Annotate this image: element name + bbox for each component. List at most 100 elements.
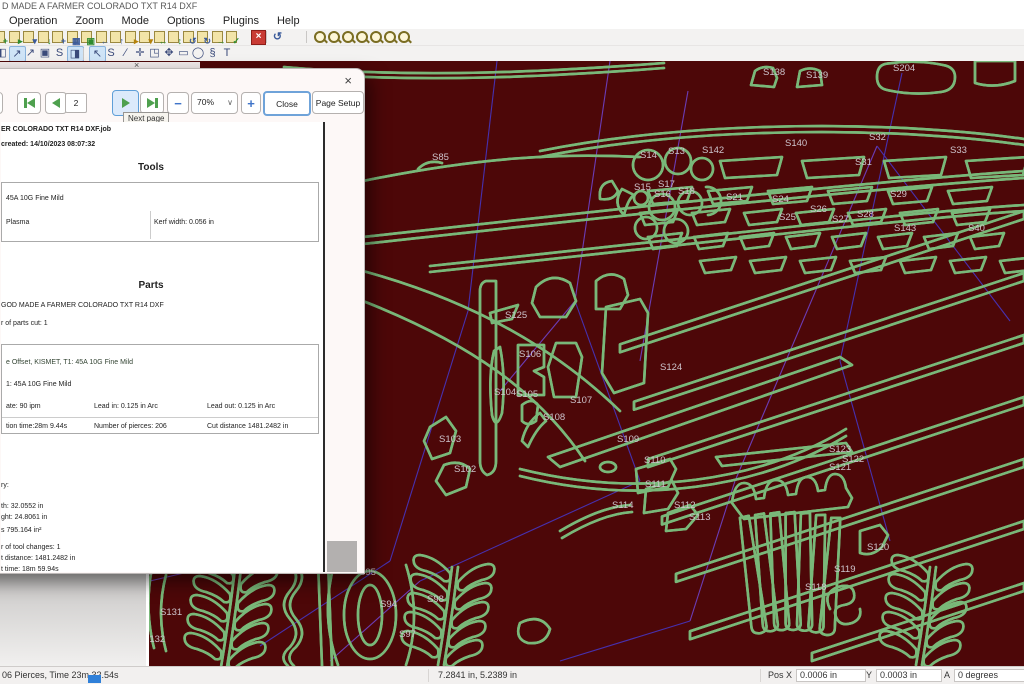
status-bar: 06 Pierces, Time 23m 32.54s 7.2841 in, 5… bbox=[0, 666, 1024, 684]
lasso-mode[interactable]: ◯ bbox=[191, 46, 206, 60]
tool-name: 45A 10G Fine Mild bbox=[6, 195, 64, 202]
open-part[interactable]: ▸ bbox=[7, 30, 22, 44]
nav-prev-page-button[interactable] bbox=[45, 92, 67, 114]
zoom-selection-icon[interactable] bbox=[368, 30, 383, 44]
preview-scrollbar-thumb[interactable] bbox=[327, 541, 357, 572]
print-preview-dialog: × 2 − 70% ∨ + Close Page Setup Next page… bbox=[0, 68, 365, 574]
text-mode[interactable]: T bbox=[220, 46, 235, 60]
ungroup-parts[interactable]: ▾ bbox=[137, 30, 152, 44]
menu-item-plugins[interactable]: Plugins bbox=[214, 15, 268, 27]
tools-heading: Tools bbox=[1, 162, 301, 173]
zoom-all-icon[interactable] bbox=[396, 30, 411, 44]
part-label-S16: S16 bbox=[654, 189, 671, 200]
report-job-title: ER COLORADO TXT R14 DXF.job bbox=[1, 126, 111, 133]
rotate-right[interactable]: ↻ bbox=[195, 30, 210, 44]
zoom-out-icon[interactable] bbox=[326, 30, 341, 44]
tools-box: 45A 10G Fine Mild Plasma Kerf width: 0.0… bbox=[1, 182, 319, 242]
next-page-icon bbox=[122, 98, 130, 108]
pan-view-mode[interactable]: ✥ bbox=[162, 46, 177, 60]
zoom-in-button[interactable]: + bbox=[241, 92, 261, 114]
kerf-width: Kerf width: 0.056 in bbox=[154, 219, 214, 226]
close-button[interactable]: Close bbox=[263, 91, 311, 116]
move-to-sheet[interactable]: → bbox=[210, 30, 225, 44]
contour-mode[interactable]: ◧ bbox=[0, 46, 9, 60]
s-tool-mode[interactable]: S bbox=[52, 46, 67, 60]
part-edit-mode[interactable]: ◨ bbox=[67, 46, 84, 62]
report-created-line: created: 14/10/2023 08:07:32 bbox=[1, 141, 95, 148]
mirror-vertical[interactable]: ↕ bbox=[166, 30, 181, 44]
rotate-left[interactable]: ↺ bbox=[181, 30, 196, 44]
snap-mode[interactable]: § bbox=[205, 46, 220, 60]
undo[interactable]: ↺ bbox=[270, 30, 285, 44]
menu-item-help[interactable]: Help bbox=[268, 15, 309, 27]
menu-item-operation[interactable]: Operation bbox=[0, 15, 66, 27]
mirror-horizontal[interactable]: ↔ bbox=[152, 30, 167, 44]
part-label-S109: S109 bbox=[617, 434, 639, 445]
move-part-mode[interactable]: ✛ bbox=[133, 46, 148, 60]
taskbar-fragment bbox=[88, 675, 101, 683]
part-label-S139: S139 bbox=[806, 70, 828, 81]
zoom-window-icon[interactable] bbox=[340, 30, 355, 44]
prev-page-icon bbox=[52, 98, 60, 108]
group-parts[interactable]: ▸ bbox=[123, 30, 138, 44]
pos-x-field[interactable]: 0.0006 in bbox=[796, 669, 866, 682]
part-properties[interactable]: ✓ bbox=[224, 30, 239, 44]
tool-type: Plasma bbox=[6, 219, 29, 226]
delete-part[interactable]: × bbox=[250, 30, 265, 44]
part-label-S26: S26 bbox=[810, 204, 827, 215]
menu-item-options[interactable]: Options bbox=[158, 15, 214, 27]
align-left[interactable]: ← bbox=[94, 30, 109, 44]
nest-parts[interactable]: ▣ bbox=[79, 30, 94, 44]
summary-height: ght: 24.8061 in bbox=[1, 514, 47, 521]
part-label-S15: S15 bbox=[634, 182, 651, 193]
array-parts[interactable]: ▦ bbox=[65, 30, 80, 44]
menu-item-zoom[interactable]: Zoom bbox=[66, 15, 112, 27]
zoom-out-button[interactable]: − bbox=[167, 92, 189, 114]
nav-first-button[interactable] bbox=[0, 92, 3, 114]
page-setup-button[interactable]: Page Setup bbox=[312, 91, 364, 114]
duplicate-part[interactable]: + bbox=[50, 30, 65, 44]
zoom-level-select[interactable]: 70% ∨ bbox=[191, 92, 238, 114]
import-part[interactable]: ↓ bbox=[36, 30, 51, 44]
pos-y-field[interactable]: 0.0003 in bbox=[876, 669, 942, 682]
part-label-S14: S14 bbox=[640, 150, 657, 161]
menu-bar: OperationZoomModeOptionsPluginsHelp bbox=[0, 13, 1024, 29]
page-number-field[interactable]: 2 bbox=[65, 93, 87, 113]
lead-edit-mode[interactable]: ↗ bbox=[23, 46, 38, 60]
pen-mode[interactable]: ∕ bbox=[118, 46, 133, 60]
mode-toolbar: ◧↗↗▣S◨↖S∕✛◳✥▭◯§T bbox=[0, 46, 1024, 61]
zoom-part-icon[interactable] bbox=[354, 30, 369, 44]
operation-time: tion time:28m 9.44s bbox=[6, 423, 67, 430]
angle-field[interactable]: 0 degrees bbox=[954, 669, 1024, 682]
nav-last-page-button[interactable] bbox=[140, 92, 164, 114]
zoom-box-mode[interactable]: ▭ bbox=[176, 46, 191, 60]
part-label-S124: S124 bbox=[660, 362, 682, 373]
part-label-S111: S111 bbox=[645, 479, 666, 490]
zoom-sheet-icon[interactable] bbox=[382, 30, 397, 44]
plate-mode[interactable]: ▣ bbox=[38, 46, 53, 60]
zoom-in-icon[interactable] bbox=[312, 30, 327, 44]
part-label-S114: S114 bbox=[612, 500, 633, 511]
part-label-S24: S24 bbox=[772, 194, 789, 205]
canvas-left-edge bbox=[146, 570, 149, 666]
align-top[interactable]: ↑ bbox=[108, 30, 123, 44]
part-label-S121: S121 bbox=[829, 462, 851, 473]
part-label-S113: S113 bbox=[689, 512, 710, 523]
nav-first-page-button[interactable] bbox=[17, 92, 41, 114]
parts-heading: Parts bbox=[1, 280, 301, 291]
pos-y-label: Y bbox=[866, 670, 872, 680]
part-label-S204: S204 bbox=[893, 63, 915, 74]
part-label-S106: S106 bbox=[519, 349, 541, 360]
save-part[interactable]: ▾ bbox=[21, 30, 36, 44]
plus-icon: + bbox=[247, 96, 255, 111]
report-page: ER COLORADO TXT R14 DXF.job created: 14/… bbox=[1, 122, 325, 572]
rotate-part-mode[interactable]: ◳ bbox=[147, 46, 162, 60]
parts-cut: r of parts cut: 1 bbox=[1, 320, 48, 327]
select-parts-mode[interactable]: S bbox=[104, 46, 119, 60]
part-label-S97: S97 bbox=[399, 629, 416, 640]
menu-item-mode[interactable]: Mode bbox=[112, 15, 158, 27]
dialog-close-icon[interactable]: × bbox=[344, 73, 352, 88]
part-label-S108: S108 bbox=[543, 412, 565, 423]
part-label-S107: S107 bbox=[570, 395, 592, 406]
part-label-S142: S142 bbox=[702, 145, 724, 156]
